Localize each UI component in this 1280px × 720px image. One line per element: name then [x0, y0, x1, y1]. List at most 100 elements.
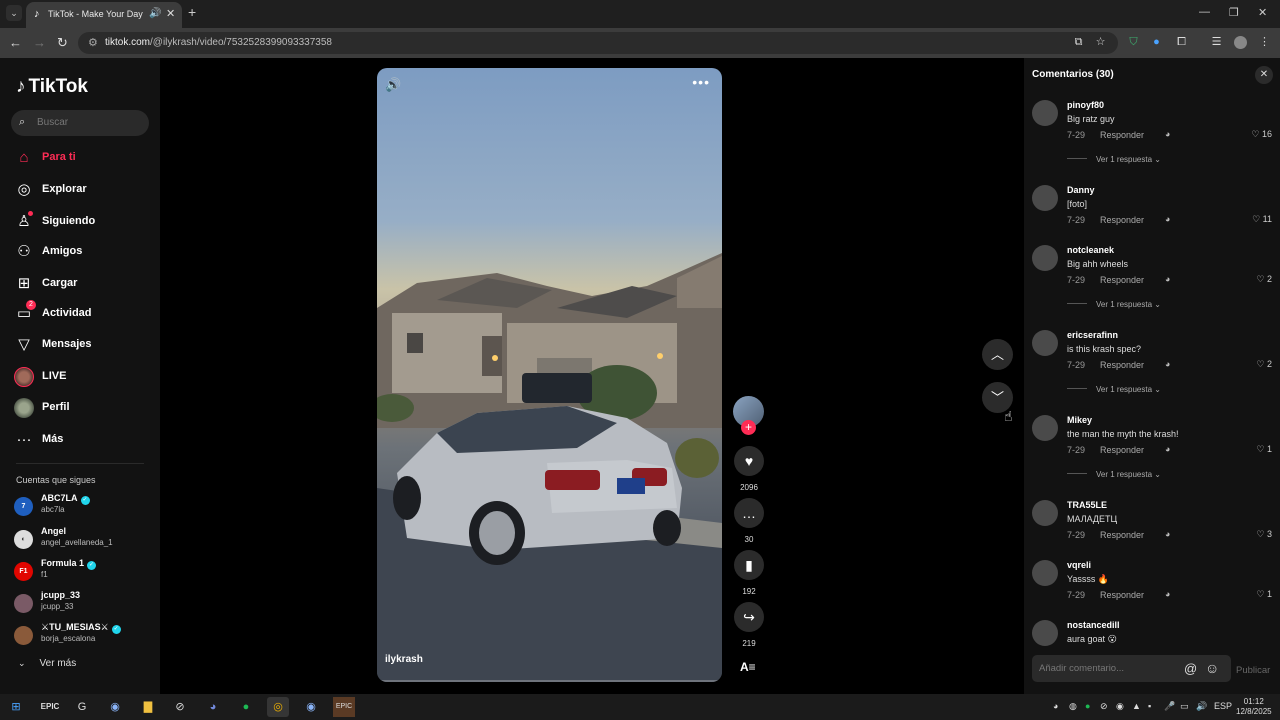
reply-button[interactable]: Responder	[1100, 215, 1144, 225]
reply-button[interactable]: Responder	[1100, 445, 1144, 455]
reply-button[interactable]: Responder	[1100, 590, 1144, 600]
commenter-avatar[interactable]	[1032, 100, 1058, 126]
follow-button[interactable]: +	[741, 420, 756, 435]
emoji-icon[interactable]: ☺	[1205, 660, 1219, 676]
back-icon[interactable]: ←	[9, 35, 22, 50]
comment-username[interactable]: notcleanek	[1067, 245, 1114, 255]
reply-button[interactable]: Responder	[1100, 130, 1144, 140]
comment-like-button[interactable]: ♡ 11	[1252, 214, 1272, 225]
comment-username[interactable]: nostancedill	[1067, 620, 1120, 630]
comment-like-button[interactable]: ♡ 1	[1256, 589, 1272, 600]
previous-video-button[interactable]: ︿	[982, 339, 1013, 370]
discord-taskbar-icon[interactable]: ◕	[202, 697, 224, 717]
tray-icon-2[interactable]: ⊘	[1100, 701, 1108, 712]
comment-like-button[interactable]: ♡ 2	[1256, 274, 1272, 285]
reply-button[interactable]: Responder	[1100, 360, 1144, 370]
commenter-avatar[interactable]	[1032, 620, 1058, 646]
sidebar-item-explorar[interactable]: ◎ Explorar	[14, 180, 154, 200]
comment-username[interactable]: pinoyf80	[1067, 100, 1104, 110]
comment-username[interactable]: Mikey	[1067, 415, 1092, 425]
followed-account[interactable]: ◐ Angel angel_avellaneda_1	[14, 526, 154, 552]
view-replies-button[interactable]: Ver 1 respuesta ⌄	[1067, 300, 1161, 309]
followed-account[interactable]: ⚔TU_MESIAS⚔ ✓ borja_escalona	[14, 622, 154, 648]
windows-start-icon[interactable]: ⊞	[5, 697, 27, 717]
sidebar-item-cargar[interactable]: ⊞ Cargar	[14, 274, 154, 294]
comment-username[interactable]: vqreli	[1067, 560, 1091, 570]
profile-avatar-icon[interactable]	[1234, 36, 1247, 49]
see-more-button[interactable]: ⌄ Ver más	[18, 658, 76, 669]
extension-icon[interactable]: ●	[1150, 36, 1163, 49]
view-replies-button[interactable]: Ver 1 respuesta ⌄	[1067, 155, 1161, 164]
steam-taskbar-icon-2[interactable]: ◉	[300, 697, 322, 717]
commenter-avatar[interactable]	[1032, 185, 1058, 211]
commenter-avatar[interactable]	[1032, 245, 1058, 271]
more-options-icon[interactable]: •••	[692, 74, 710, 90]
spotify-tray-icon[interactable]: ●	[1085, 701, 1090, 711]
site-info-icon[interactable]: ⚙	[88, 36, 98, 49]
mention-icon[interactable]: @	[1184, 661, 1197, 676]
minimize-button[interactable]: —	[1199, 6, 1210, 18]
tray-icon[interactable]: ◍	[1069, 701, 1077, 712]
bookmark-icon[interactable]: ▮	[734, 550, 764, 580]
post-comment-button[interactable]: Publicar	[1236, 665, 1270, 676]
share-icon[interactable]: ↪	[734, 602, 764, 632]
shield-extension-icon[interactable]: ⛉	[1127, 36, 1140, 49]
browser-tab[interactable]: ♪ TikTok - Make Your Day 🔊 ✕	[26, 2, 182, 28]
captions-icon[interactable]: A≡	[740, 660, 756, 674]
comment-username[interactable]: TRA55LE	[1067, 500, 1107, 510]
forward-icon[interactable]: →	[33, 35, 46, 50]
taskbar-clock[interactable]: 01:12 12/8/2025	[1236, 697, 1272, 717]
comment-username[interactable]: Danny	[1067, 185, 1095, 195]
followed-account[interactable]: F1 Formula 1 ✓ f1	[14, 558, 154, 584]
volume-tray-icon[interactable]: 🔊	[1196, 701, 1207, 712]
followed-account[interactable]: 7 ABC7LA ✓ abc7la	[14, 493, 154, 519]
sidebar-item-mensajes[interactable]: ▽ Mensajes	[14, 335, 154, 355]
comment-like-button[interactable]: ♡ 2	[1256, 359, 1272, 370]
sidebar-item-siguiendo[interactable]: ♙ Siguiendo	[14, 211, 154, 232]
reload-icon[interactable]: ↻	[57, 35, 68, 51]
nvidia-tray-icon[interactable]: ▲	[1132, 701, 1141, 711]
address-bar[interactable]: ⚙ tiktok.com/@ilykrash/video/75325283990…	[78, 32, 1118, 54]
search-input[interactable]: ⌕ Buscar	[11, 110, 149, 136]
comment-like-button[interactable]: ♡ 16	[1251, 129, 1272, 140]
close-window-button[interactable]: ✕	[1258, 6, 1267, 19]
microphone-icon[interactable]: 🎤	[1164, 701, 1175, 712]
commenter-avatar[interactable]	[1032, 500, 1058, 526]
language-indicator[interactable]: ESP	[1214, 701, 1232, 711]
sidebar-item-perfil[interactable]: Perfil	[14, 398, 154, 418]
reply-button[interactable]: Responder	[1100, 275, 1144, 285]
epic-taskbar-icon-2[interactable]: EPIC	[333, 697, 355, 717]
restore-button[interactable]: ❐	[1229, 6, 1239, 19]
reading-list-icon[interactable]: ☰	[1210, 36, 1223, 49]
sidebar-item-amigos[interactable]: ⚇ Amigos	[14, 242, 154, 262]
install-app-icon[interactable]: ⧉	[1072, 36, 1085, 49]
commenter-avatar[interactable]	[1032, 330, 1058, 356]
steam-taskbar-icon[interactable]: ◉	[104, 697, 126, 717]
comment-like-button[interactable]: ♡ 3	[1256, 529, 1272, 540]
volume-icon[interactable]: 🔊	[385, 77, 401, 93]
new-tab-button[interactable]: +	[188, 4, 196, 20]
spotify-taskbar-icon[interactable]: ●	[235, 697, 257, 717]
comment-icon[interactable]: …	[734, 498, 764, 528]
network-icon[interactable]: ▭	[1180, 701, 1189, 712]
app-taskbar-icon[interactable]: G	[71, 697, 93, 717]
followed-account[interactable]: jcupp_33 jcupp_33	[14, 590, 154, 616]
close-comments-icon[interactable]: ✕	[1255, 66, 1273, 84]
sidebar-item-live[interactable]: LIVE	[14, 367, 154, 387]
obs-taskbar-icon[interactable]: ⊘	[169, 697, 191, 717]
comment-like-button[interactable]: ♡ 1	[1256, 444, 1272, 455]
tab-audio-icon[interactable]: 🔊	[149, 8, 161, 19]
view-replies-button[interactable]: Ver 1 respuesta ⌄	[1067, 385, 1161, 394]
video-progress-bar[interactable]	[377, 680, 722, 682]
comment-input[interactable]: Añadir comentario... @ ☺	[1032, 655, 1231, 682]
tray-icon-3[interactable]: ▪	[1148, 701, 1151, 711]
sidebar-item-mas[interactable]: ··· Más	[14, 430, 154, 450]
commenter-avatar[interactable]	[1032, 560, 1058, 586]
video-author[interactable]: ilykrash	[385, 654, 423, 665]
bookmark-star-icon[interactable]: ☆	[1094, 36, 1107, 49]
video-player[interactable]: 🔊 ••• ilykrash	[377, 68, 722, 682]
discord-tray-icon[interactable]: ◕	[1053, 701, 1058, 711]
browser-menu-icon[interactable]: ⋮	[1258, 36, 1271, 49]
extensions-puzzle-icon[interactable]: ⧠	[1175, 36, 1188, 49]
file-explorer-icon[interactable]: ▇	[137, 697, 159, 717]
